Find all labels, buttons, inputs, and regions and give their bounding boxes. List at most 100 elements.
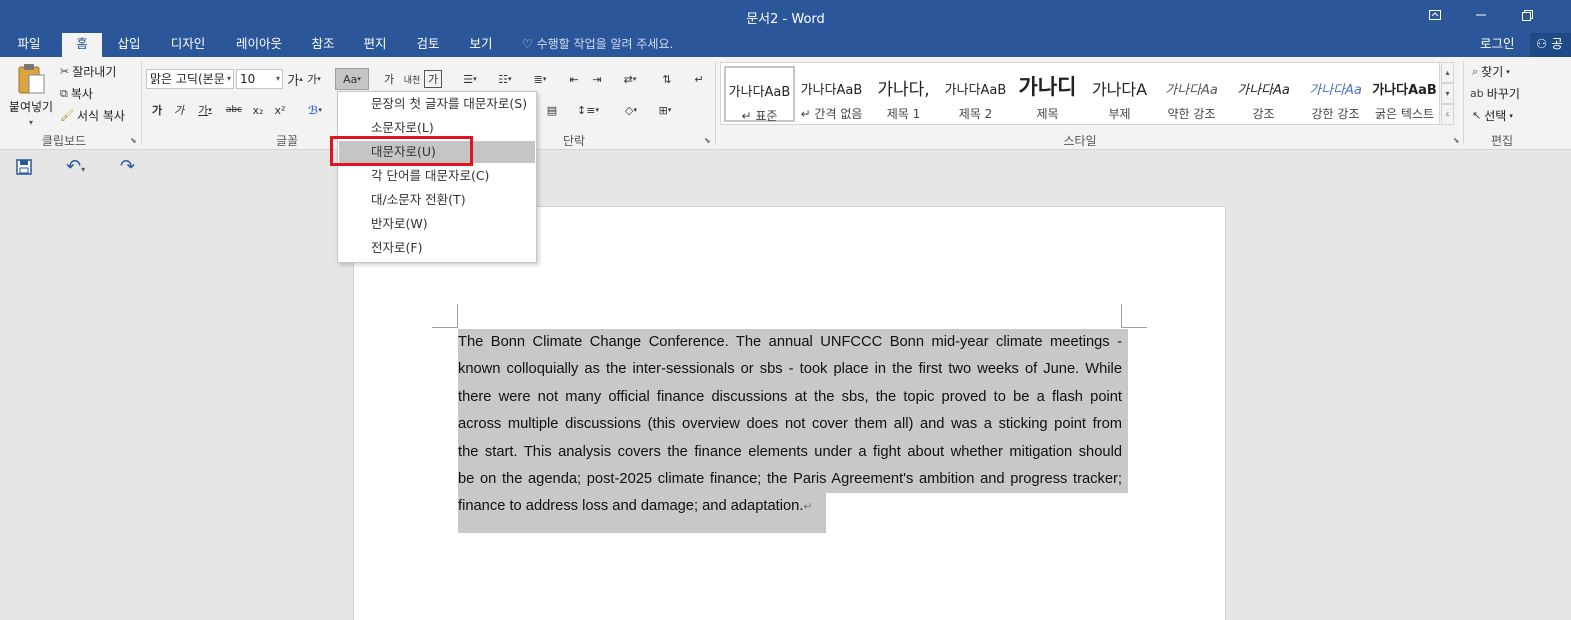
phonetic-guide-button[interactable]: 내천: [403, 68, 421, 90]
style-no-spacing[interactable]: 가나다AaB ↵ 간격 없음: [796, 66, 867, 122]
menu-item-half-width[interactable]: 반자로(W): [339, 213, 535, 235]
paragraph-launcher-icon[interactable]: ⬊: [704, 136, 711, 145]
sort-direction-button[interactable]: ⇄ ▾: [614, 68, 646, 90]
paste-label: 붙여넣기: [8, 100, 54, 114]
tab-view[interactable]: 보기: [460, 33, 502, 57]
select-button[interactable]: ↖ 선택 ▾: [1472, 107, 1513, 124]
tab-home[interactable]: 홈: [62, 33, 102, 57]
scissors-icon: ✂: [60, 65, 70, 78]
bold-button[interactable]: 가: [148, 99, 166, 121]
clipboard-icon: [18, 64, 45, 94]
save-icon: [16, 159, 32, 175]
tab-layout[interactable]: 레이아웃: [226, 33, 292, 57]
style-name: 강조: [1252, 107, 1275, 121]
restore-button[interactable]: [1504, 0, 1550, 30]
paste-button[interactable]: 붙여넣기 ▾: [8, 63, 54, 127]
tab-references[interactable]: 참조: [302, 33, 344, 57]
cut-button[interactable]: ✂ 잘라내기: [60, 63, 116, 80]
style-normal[interactable]: 가나다AaB ↵ 표준: [724, 66, 795, 123]
style-subtitle[interactable]: 가나다A 부제: [1084, 66, 1155, 122]
chevron-down-icon: ▾: [357, 75, 361, 83]
clipboard-launcher-icon[interactable]: ⬊: [130, 136, 137, 145]
paintbrush-icon: 🖌: [60, 109, 74, 122]
styles-launcher-icon[interactable]: ⬊: [1453, 136, 1460, 145]
menu-item-toggle-case[interactable]: 대/소문자 전환(T): [339, 189, 535, 211]
style-heading-2[interactable]: 가나다AaB 제목 2: [940, 66, 1011, 122]
tab-file[interactable]: 파일: [6, 33, 52, 57]
tell-me-box[interactable]: ♡ 수행할 작업을 알려 주세요.: [522, 33, 673, 57]
chevron-down-icon: ▾: [81, 165, 86, 174]
increase-indent-icon: ⇥: [592, 72, 602, 86]
decrease-indent-button[interactable]: ⇤: [563, 68, 585, 90]
minimize-button[interactable]: [1458, 0, 1504, 30]
clear-formatting-button[interactable]: 가: [378, 68, 400, 90]
redo-button[interactable]: ↷: [120, 156, 135, 177]
undo-button[interactable]: ↶▾: [66, 156, 85, 177]
shrink-font-button[interactable]: 가 ▾: [306, 68, 322, 90]
copy-icon: ⧉: [60, 86, 68, 100]
copy-button[interactable]: ⧉ 복사: [60, 85, 93, 102]
style-intense-emphasis[interactable]: 가나다Aa 강한 강조: [1300, 66, 1371, 122]
chevron-down-icon: ▾: [595, 106, 599, 114]
bullets-button[interactable]: ☰ ▾: [454, 68, 486, 90]
numbering-button[interactable]: ☷ ▾: [489, 68, 521, 90]
show-marks-button[interactable]: ↵: [690, 68, 708, 90]
menu-item-sentence-case[interactable]: 문장의 첫 글자를 대문자로(S): [339, 93, 535, 115]
ribbon-display-options-button[interactable]: [1412, 0, 1458, 30]
caret-up-icon: ▴: [299, 75, 303, 83]
superscript-button[interactable]: x²: [271, 99, 289, 121]
login-link[interactable]: 로그인: [1480, 33, 1515, 57]
gallery-scroll-up[interactable]: ▴: [1441, 62, 1454, 83]
crop-mark: [1121, 304, 1122, 328]
copy-label: 복사: [70, 87, 93, 101]
grow-font-button[interactable]: 가 ▴: [287, 68, 303, 90]
paragraph-line: the start. This analysis covers the fina…: [458, 443, 1122, 460]
font-size-combo[interactable]: 10 ▾: [236, 69, 283, 89]
strikethrough-button[interactable]: abc: [222, 99, 246, 121]
sort-button[interactable]: ⇅: [656, 68, 678, 90]
menu-item-capitalize-each-word[interactable]: 각 단어를 대문자로(C): [339, 165, 535, 187]
italic-label: 가: [173, 104, 185, 117]
chevron-down-icon: ▾: [542, 75, 547, 83]
menu-item-full-width[interactable]: 전자로(F): [339, 237, 535, 259]
style-name: 강한 강조: [1311, 107, 1360, 121]
style-name: 제목: [1036, 107, 1059, 121]
multilevel-list-button[interactable]: ≣ ▾: [524, 68, 556, 90]
increase-indent-button[interactable]: ⇥: [586, 68, 608, 90]
borders-button[interactable]: ⊞ ▾: [649, 99, 681, 121]
replace-button[interactable]: ab 바꾸기: [1470, 85, 1520, 102]
style-title[interactable]: 가나디 제목: [1012, 66, 1083, 122]
style-strong[interactable]: 가나다AaB 굵은 텍스트: [1369, 66, 1440, 122]
more-icon: ⩡: [1445, 110, 1450, 119]
text-effects-button[interactable]: ℬ ▾: [301, 99, 329, 121]
shrink-font-label: 가: [307, 73, 318, 86]
save-button[interactable]: [16, 159, 32, 178]
document-body[interactable]: The Bonn Climate Change Conference. The …: [458, 329, 1122, 522]
enclose-characters-button[interactable]: 가: [424, 70, 442, 88]
tab-review[interactable]: 검토: [407, 33, 449, 57]
style-heading-1[interactable]: 가나다, 제목 1: [868, 66, 939, 122]
share-button[interactable]: ⚇ 공: [1530, 33, 1571, 57]
style-subtle-emphasis[interactable]: 가나다Aa 약한 강조: [1156, 66, 1227, 122]
style-emphasis[interactable]: 가나다Aa 강조: [1228, 66, 1299, 122]
change-case-button[interactable]: Aa ▾: [335, 68, 369, 90]
style-name: 약한 강조: [1167, 107, 1216, 121]
justify-button[interactable]: ▤: [541, 99, 563, 121]
subscript-button[interactable]: x₂: [249, 99, 267, 121]
font-name-combo[interactable]: 맑은 고딕(본문 ▾: [146, 69, 234, 89]
gallery-scroll-down[interactable]: ▾: [1441, 83, 1454, 104]
tab-insert[interactable]: 삽입: [108, 33, 150, 57]
clipboard-group-label: 클립보드: [41, 134, 87, 148]
line-spacing-button[interactable]: ↕≡ ▾: [572, 99, 604, 121]
tab-design[interactable]: 디자인: [160, 33, 216, 57]
format-painter-button[interactable]: 🖌 서식 복사: [60, 107, 125, 124]
italic-button[interactable]: 가: [170, 99, 188, 121]
tab-mailings[interactable]: 편지: [354, 33, 396, 57]
shading-button[interactable]: ◇ ▾: [615, 99, 647, 121]
gallery-more-button[interactable]: ⩡: [1441, 104, 1454, 125]
find-button[interactable]: ⌕ 찾기 ▾: [1472, 63, 1510, 80]
caret-down-icon: ▾: [1445, 89, 1450, 98]
paragraph-line: be on the agenda; post-2025 climate fina…: [458, 471, 1122, 488]
underline-button[interactable]: 가 ▾: [192, 99, 218, 121]
chevron-down-icon: ▾: [632, 75, 637, 83]
